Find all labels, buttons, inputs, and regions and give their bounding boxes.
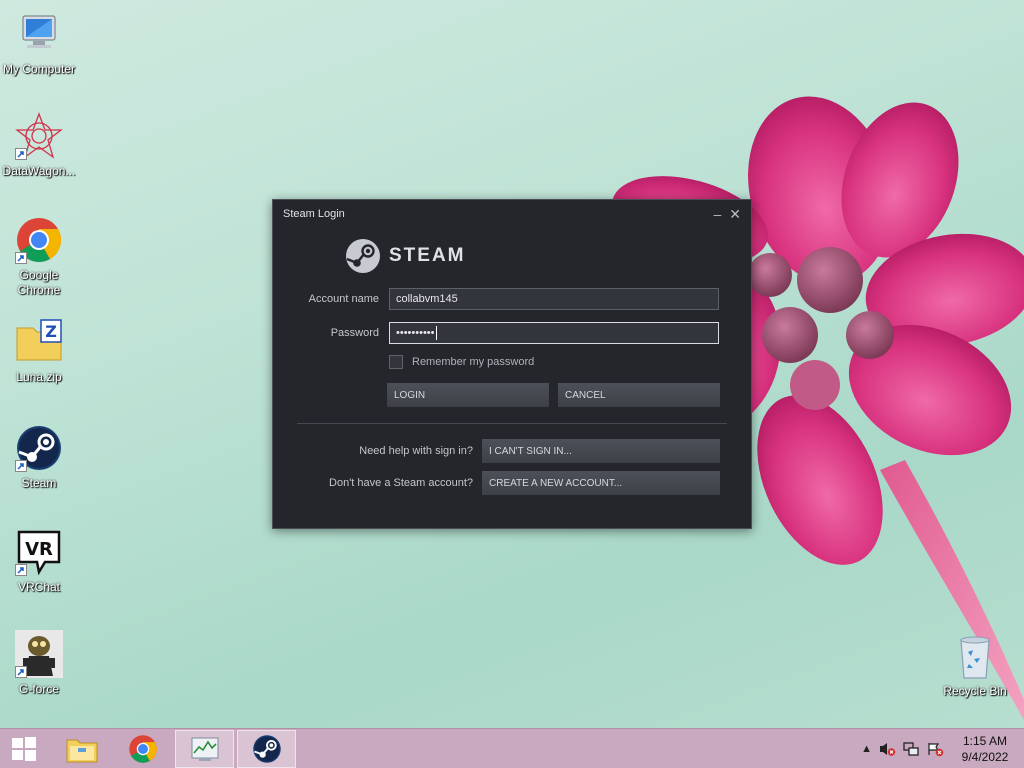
- title-bar[interactable]: Steam Login – ✕: [273, 200, 751, 228]
- create-account-button[interactable]: CREATE A NEW ACCOUNT...: [482, 471, 720, 495]
- clock[interactable]: 1:15 AM 9/4/2022: [950, 733, 1020, 765]
- windows-start-icon: [11, 737, 36, 761]
- g-force-icon: [15, 630, 63, 678]
- steam-logo-text: STEAM: [389, 245, 466, 266]
- cancel-button[interactable]: CANCEL: [558, 383, 720, 407]
- zip-folder-icon: Z: [15, 318, 63, 366]
- password-field[interactable]: ••••••••••: [389, 322, 719, 344]
- window-title: Steam Login: [283, 208, 345, 220]
- volume-muted-icon[interactable]: [878, 741, 896, 757]
- desktop-icon-label: Recycle Bin: [943, 684, 1007, 698]
- steam-icon: [15, 424, 63, 472]
- network-icon[interactable]: [902, 741, 920, 757]
- desktop-icon-label: VRChat: [17, 580, 61, 594]
- chrome-icon: [15, 216, 63, 264]
- cant-sign-in-button[interactable]: I CAN'T SIGN IN...: [482, 439, 720, 463]
- no-account-label: Don't have a Steam account?: [329, 477, 473, 489]
- start-button[interactable]: [0, 730, 53, 768]
- account-name-field[interactable]: collabvm145: [389, 288, 719, 310]
- chrome-icon: [128, 735, 157, 763]
- desktop-icon-g-force[interactable]: G-force: [0, 630, 78, 697]
- steam-logo-icon: [346, 239, 380, 273]
- desktop-icon-datawagon[interactable]: DataWagon...: [0, 112, 78, 179]
- desktop-icon-steam[interactable]: Steam: [0, 424, 78, 491]
- desktop-icon-label: Google Chrome: [17, 268, 61, 297]
- system-tray: ▲ 1:15 AM 9/4/2022: [861, 729, 1024, 768]
- shortcut-arrow-icon: [15, 666, 27, 678]
- svg-text:VR: VR: [25, 539, 53, 560]
- computer-icon: [15, 10, 63, 58]
- taskbar: ▲ 1:15 AM 9/4/2022: [0, 728, 1024, 768]
- desktop-icon-vrchat[interactable]: VR VRChat: [0, 528, 78, 595]
- login-button[interactable]: LOGIN: [387, 383, 549, 407]
- file-explorer-icon: [66, 739, 97, 763]
- taskbar-steam[interactable]: [237, 730, 296, 768]
- task-manager-icon: [191, 737, 218, 761]
- action-center-icon[interactable]: [926, 741, 944, 757]
- help-label: Need help with sign in?: [359, 445, 473, 457]
- desktop-icon-my-computer[interactable]: My Computer: [0, 10, 78, 77]
- shortcut-arrow-icon: [15, 148, 27, 160]
- remember-password-label[interactable]: Remember my password: [412, 356, 534, 368]
- desktop-icon-google-chrome[interactable]: Google Chrome: [0, 216, 78, 298]
- text-caret: [435, 326, 437, 340]
- shortcut-arrow-icon: [15, 564, 27, 576]
- minimize-icon[interactable]: –: [713, 206, 721, 222]
- steam-icon: [252, 735, 281, 763]
- svg-text:Z: Z: [45, 322, 57, 341]
- vrchat-icon: VR: [15, 528, 63, 576]
- password-label: Password: [330, 327, 379, 339]
- desktop-icon-label: Steam: [21, 476, 57, 490]
- desktop-icon-luna-zip[interactable]: Z Luna.zip: [0, 318, 78, 385]
- desktop-icon-recycle-bin[interactable]: Recycle Bin: [936, 632, 1014, 699]
- clock-date: 9/4/2022: [961, 750, 1009, 764]
- steam-login-window: Steam Login – ✕ STEAM Account name colla…: [272, 199, 752, 529]
- steam-logo: STEAM: [345, 238, 466, 274]
- remember-password-checkbox[interactable]: [389, 355, 403, 369]
- shortcut-arrow-icon: [15, 460, 27, 472]
- desktop-icon-label: My Computer: [2, 62, 76, 76]
- desktop-icon-label: G-force: [18, 682, 59, 696]
- password-value: ••••••••••: [396, 327, 435, 339]
- taskbar-task-manager[interactable]: [175, 730, 234, 768]
- close-icon[interactable]: ✕: [729, 206, 741, 223]
- account-name-value: collabvm145: [396, 293, 458, 305]
- taskbar-file-explorer[interactable]: [52, 730, 111, 768]
- divider: [297, 423, 727, 424]
- recycle-bin-icon: [951, 632, 999, 680]
- clock-time: 1:15 AM: [962, 734, 1008, 748]
- shortcut-arrow-icon: [15, 252, 27, 264]
- desktop-icon-label: Luna.zip: [16, 370, 62, 384]
- datawagon-icon: [15, 112, 63, 160]
- show-hidden-icons-icon[interactable]: ▲: [861, 743, 872, 755]
- account-name-label: Account name: [308, 293, 379, 305]
- desktop-icon-label: DataWagon...: [2, 164, 76, 178]
- taskbar-chrome[interactable]: [113, 730, 172, 768]
